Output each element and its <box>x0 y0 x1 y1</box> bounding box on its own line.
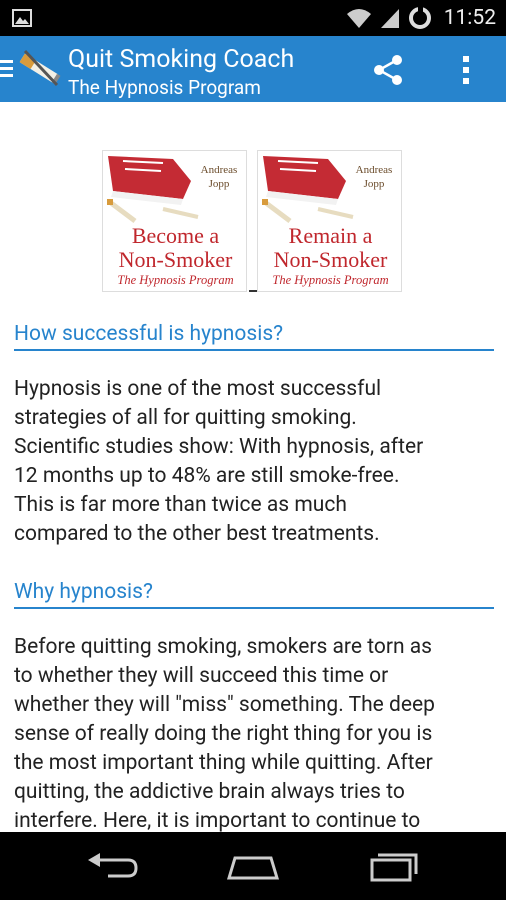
section-paragraph: Hypnosis is one of the most successful s… <box>14 375 494 549</box>
back-icon[interactable] <box>82 850 142 882</box>
paragraph-line: sense of really doing the right thing fo… <box>14 722 433 746</box>
section-heading: How successful is hypnosis? <box>14 322 494 351</box>
paragraph-line: interfere. Here, it is important to cont… <box>14 809 421 832</box>
book-title-line2: Non-Smoker <box>118 247 233 272</box>
image-icon <box>12 9 32 27</box>
paragraph-line: compared to the other best treatments. <box>14 522 380 546</box>
home-icon[interactable] <box>223 850 283 882</box>
book-author: Andreas Jopp <box>355 164 393 190</box>
paragraph-line: Hypnosis is one of the most successful <box>14 377 382 401</box>
section-paragraph: Before quitting smoking, smokers are tor… <box>14 633 494 832</box>
status-bar: 11:52 <box>0 0 506 36</box>
wifi-icon <box>346 9 371 28</box>
book-title-line2: Non-Smoker <box>273 247 388 272</box>
book-title-line3: The Hypnosis Program <box>272 273 389 287</box>
book-title-line3: The Hypnosis Program <box>117 273 234 287</box>
book-title-line1: Remain a <box>288 223 373 248</box>
menu-icon[interactable] <box>0 58 14 80</box>
app-title: Quit Smoking Coach <box>68 45 295 74</box>
paragraph-line: Before quitting smoking, smokers are tor… <box>14 635 433 659</box>
paragraph-line: quitting, the addictive brain always tri… <box>14 780 405 804</box>
section-heading: Why hypnosis? <box>14 580 494 609</box>
book-cover-become[interactable]: Andreas Jopp Become a Non-Smoker The Hyp… <box>102 150 247 292</box>
paragraph-line: whether they will "miss" something. The … <box>14 693 435 717</box>
paragraph-line: the most important thing while quitting.… <box>14 751 433 775</box>
paragraph-line: strategies of all for quitting smoking. <box>14 406 357 430</box>
app-logo[interactable] <box>17 49 63 89</box>
recent-apps-icon[interactable] <box>364 850 424 882</box>
book-covers: Andreas Jopp Become a Non-Smoker The Hyp… <box>102 150 404 294</box>
signal-icon <box>380 9 399 28</box>
shoe-cigarette-image <box>107 156 199 223</box>
book-author: Andreas Jopp <box>200 164 238 190</box>
paragraph-line: This is far more than twice as much <box>14 493 347 517</box>
share-icon[interactable] <box>370 53 406 87</box>
article-content[interactable]: Andreas Jopp Become a Non-Smoker The Hyp… <box>0 102 506 832</box>
paragraph-line: 12 months up to 48% are still smoke-free… <box>14 464 400 488</box>
overflow-menu-icon[interactable] <box>454 53 478 87</box>
clock: 11:52 <box>443 6 496 30</box>
navigation-bar <box>0 832 506 900</box>
book-cover-remain[interactable]: Andreas Jopp Remain a Non-Smoker The Hyp… <box>257 150 402 292</box>
paragraph-line: to whether they will succeed this time o… <box>14 664 389 688</box>
book-title-line1: Become a <box>131 223 220 248</box>
app-subtitle: The Hypnosis Program <box>68 76 261 99</box>
shoe-cigarette-image <box>262 156 354 223</box>
action-bar: Quit Smoking Coach The Hypnosis Program <box>0 36 506 102</box>
paragraph-line: Scientific studies show: With hypnosis, … <box>14 435 424 459</box>
sync-icon <box>408 6 431 29</box>
divider <box>249 290 257 292</box>
